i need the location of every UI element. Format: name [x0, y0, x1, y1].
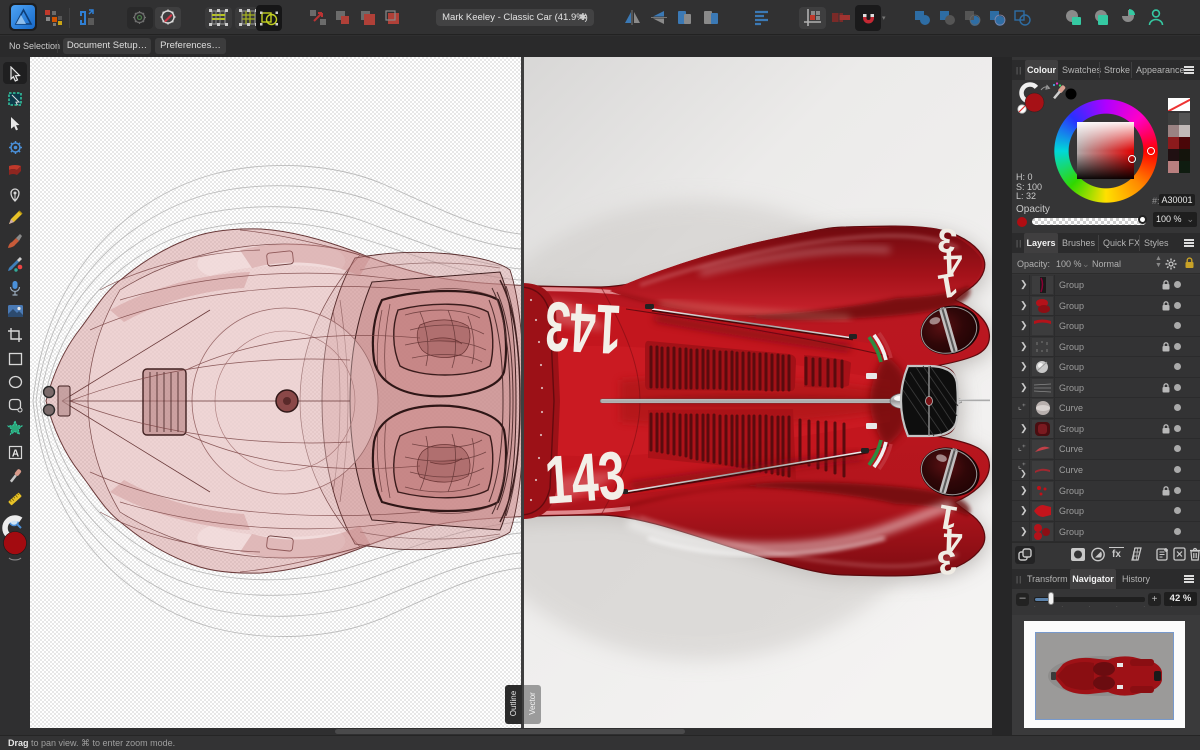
- svg-text:A: A: [11, 448, 18, 459]
- svg-text:143: 143: [543, 287, 623, 369]
- svg-text:143: 143: [542, 437, 627, 518]
